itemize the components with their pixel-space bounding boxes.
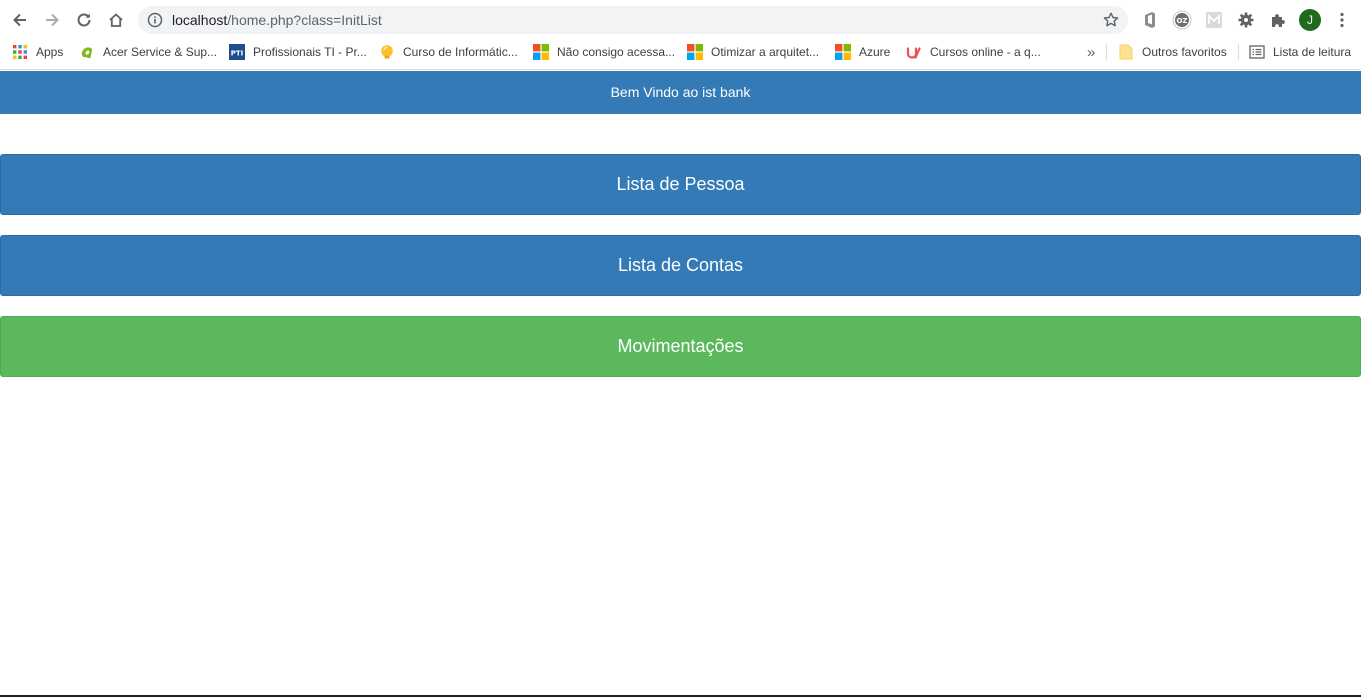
bookmark-curso-informatica[interactable]: Curso de Informátic... [379,43,518,61]
address-bar[interactable]: localhost/home.php?class=InitList [138,6,1128,34]
bookmark-apps[interactable]: Apps [12,43,63,61]
bookmark-label: Cursos online - a q... [930,45,1041,59]
kebab-menu-icon[interactable] [1332,10,1352,30]
bookmarks-divider [1106,44,1107,60]
bookmark-label: Não consigo acessa... [557,45,676,59]
bookmark-pti[interactable]: PTI Profissionais TI - Pr... [229,43,367,61]
lightbulb-icon [379,44,395,60]
folder-icon [1118,44,1134,60]
bookmark-label: Apps [36,45,64,59]
svg-text:PTI: PTI [231,50,244,58]
bookmarks-overflow-button[interactable]: » [1087,43,1095,61]
url-path: /home.php?class=InitList [227,12,382,28]
bookmarks-bar: Apps Acer Service & Sup... PTI Profissio… [0,40,1361,64]
bookmark-label: Outros favoritos [1142,45,1227,59]
bookmark-outros-favoritos[interactable]: Outros favoritos [1118,43,1227,61]
movimentacoes-button[interactable]: Movimentações [0,316,1361,377]
chevron-double-right-icon: » [1087,43,1096,61]
extension-gear-icon[interactable] [1236,10,1256,30]
info-icon[interactable] [147,12,163,28]
back-arrow-icon[interactable] [8,8,32,32]
extension-m-icon[interactable] [1204,10,1224,30]
url-host: localhost [172,12,228,28]
reading-list-icon [1249,44,1265,60]
bookmark-nao-consigo[interactable]: Não consigo acessa... [533,43,675,61]
extension-oz-icon[interactable]: OZ [1172,10,1192,30]
bookmarks-divider [1238,44,1239,60]
browser-toolbar: localhost/home.php?class=InitList OZ J [0,0,1361,40]
page-content: Bem Vindo ao ist bank Lista de Pessoa Li… [0,70,1361,697]
extension-office-icon[interactable] [1140,10,1160,30]
microsoft-icon [687,44,703,60]
svg-text:OZ: OZ [1176,17,1187,25]
bookmark-acer[interactable]: Acer Service & Sup... [79,43,217,61]
bookmark-label: Acer Service & Sup... [103,45,218,59]
microsoft-icon [533,44,549,60]
profile-avatar[interactable]: J [1299,9,1321,31]
bookmark-udemy[interactable]: Cursos online - a q... [906,43,1041,61]
apps-grid-icon [12,44,28,60]
bookmark-otimizar[interactable]: Otimizar a arquitet... [687,43,819,61]
acer-icon [79,44,95,60]
bookmark-label: Otimizar a arquitet... [711,45,820,59]
welcome-banner: Bem Vindo ao ist bank [0,71,1361,114]
lista-de-contas-button[interactable]: Lista de Contas [0,235,1361,296]
home-icon[interactable] [104,8,128,32]
address-url[interactable]: localhost/home.php?class=InitList [172,12,382,28]
bookmark-label: Curso de Informátic... [403,45,518,59]
bookmark-azure[interactable]: Azure [835,43,890,61]
reading-list-button[interactable]: Lista de leitura [1249,43,1351,61]
udemy-icon [906,44,922,60]
bookmark-label: Lista de leitura [1273,45,1352,59]
star-icon[interactable] [1102,11,1120,29]
pti-icon: PTI [229,44,245,60]
puzzle-icon[interactable] [1268,10,1288,30]
reload-icon[interactable] [72,8,96,32]
microsoft-icon [835,44,851,60]
forward-arrow-icon[interactable] [40,8,64,32]
lista-de-pessoa-button[interactable]: Lista de Pessoa [0,154,1361,215]
bookmark-label: Azure [859,45,891,59]
bookmark-label: Profissionais TI - Pr... [253,45,367,59]
